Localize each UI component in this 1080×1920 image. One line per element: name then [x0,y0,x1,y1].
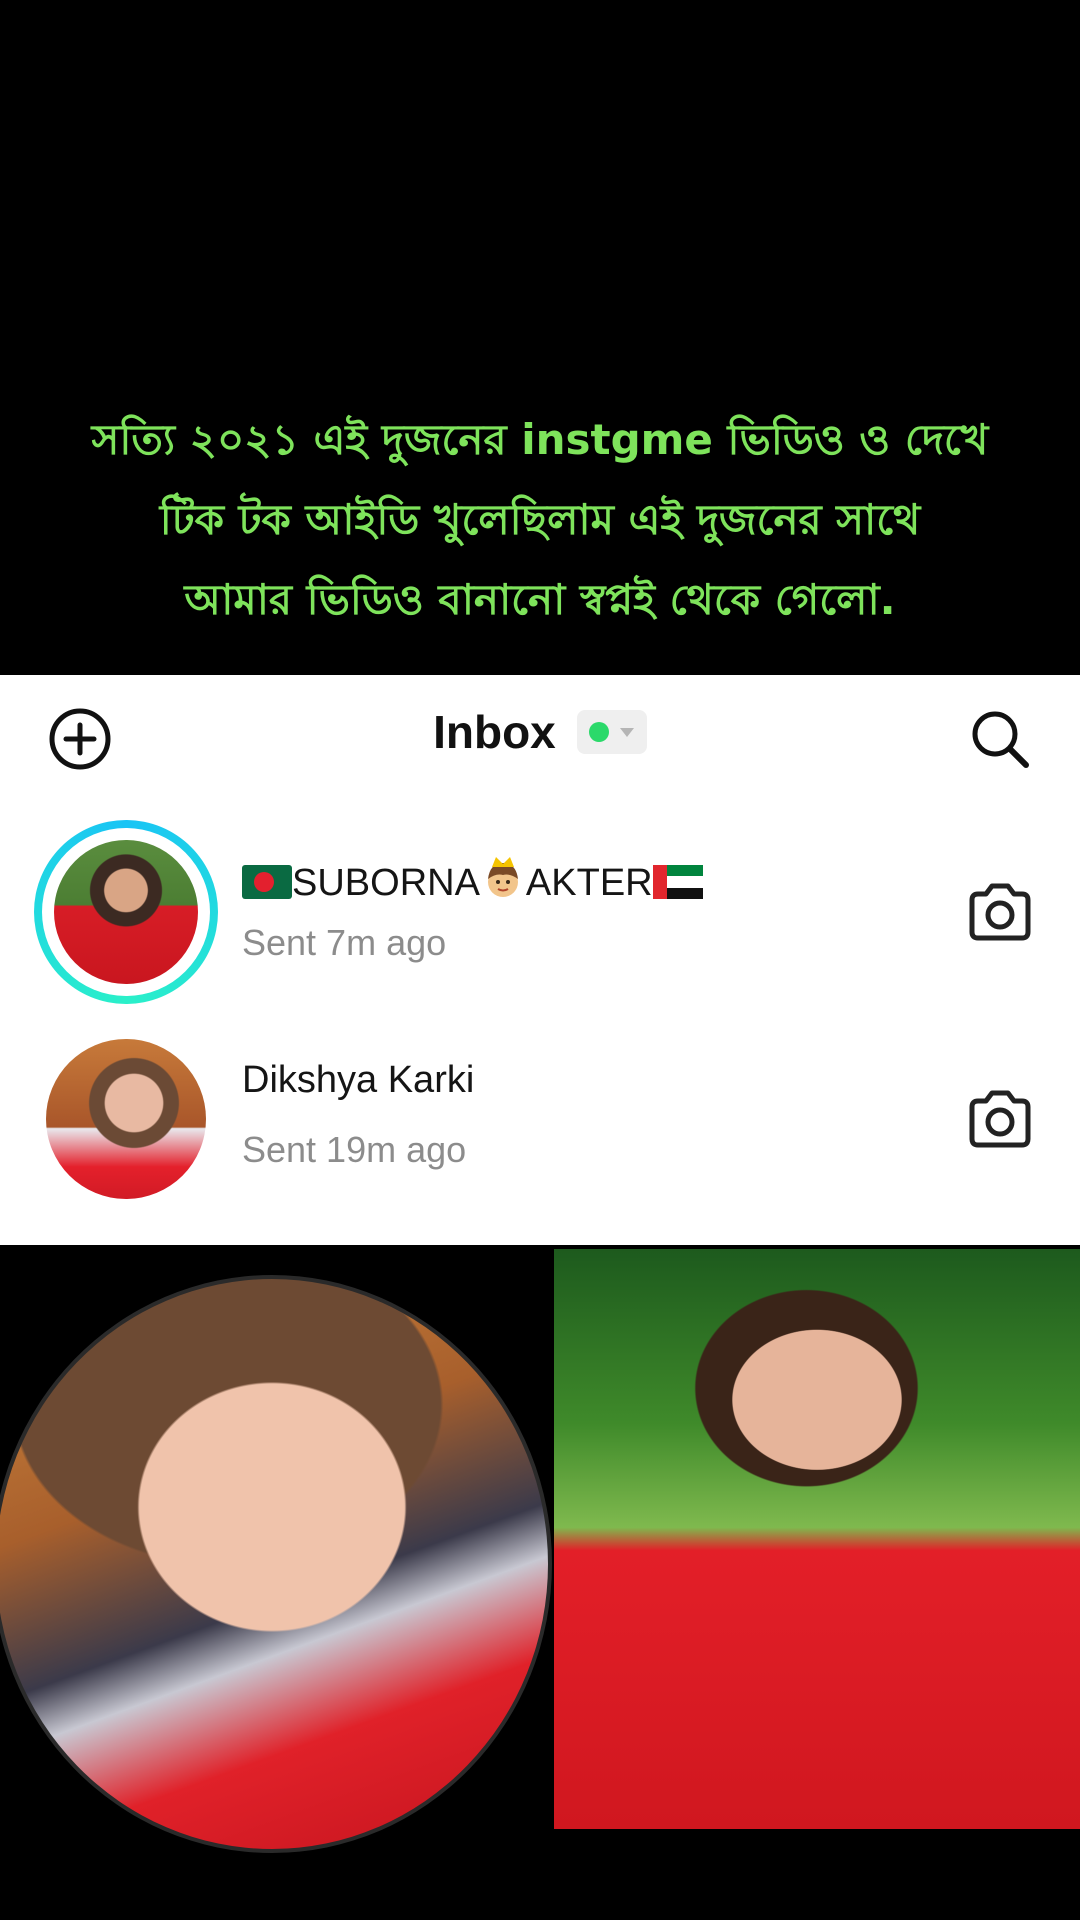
caption-line: সত্যি ২০২১ এই দুজনের instgme ভিডিও ও দেখ… [91,415,989,464]
contact-name: SUBORNA AKTER [242,855,703,909]
message-row[interactable]: SUBORNA AKTER Sent 7m ago [0,820,1080,1020]
search-icon[interactable] [968,707,1032,771]
message-status: Sent 19m ago [242,1129,467,1170]
message-row[interactable]: Dikshya Karki Sent 19m ago [0,1027,1080,1227]
uae-flag-icon [652,865,703,909]
inbox-title-group: Inbox [0,705,1080,775]
caption-line: আমার ভিডিও বানানো স্বপ্নই থেকে গেলো. [184,575,896,624]
portrait-photo-circle [0,1275,552,1853]
camera-icon[interactable] [966,1089,1034,1149]
princess-emoji-icon [480,855,526,909]
status-selector[interactable] [576,710,647,754]
contact-name-part: AKTER [525,862,653,904]
avatar [54,840,198,984]
caption-line: টিক টক আইডি খুলেছিলাম এই দুজনের সাথে [159,495,921,544]
online-status-icon [588,722,609,742]
contact-name: Dikshya Karki [242,1059,475,1101]
inbox-panel: Inbox SUBORNA AKTER Sent 7m ago Dikshya … [0,675,1080,1245]
inbox-header: Inbox [0,675,1080,800]
bangladesh-flag-icon [242,865,292,909]
page-title: Inbox [433,706,556,758]
photo-collage [0,1245,1080,1920]
camera-icon[interactable] [966,882,1034,942]
message-status: Sent 7m ago [242,922,447,963]
contact-name-part: SUBORNA [292,862,480,904]
avatar[interactable] [46,1039,206,1199]
chevron-down-icon [619,728,634,737]
caption-text: সত্যি ২০২১ এই দুজনের instgme ভিডিও ও দেখ… [0,400,1080,640]
story-ring[interactable] [34,820,218,1004]
portrait-photo [554,1249,1080,1829]
